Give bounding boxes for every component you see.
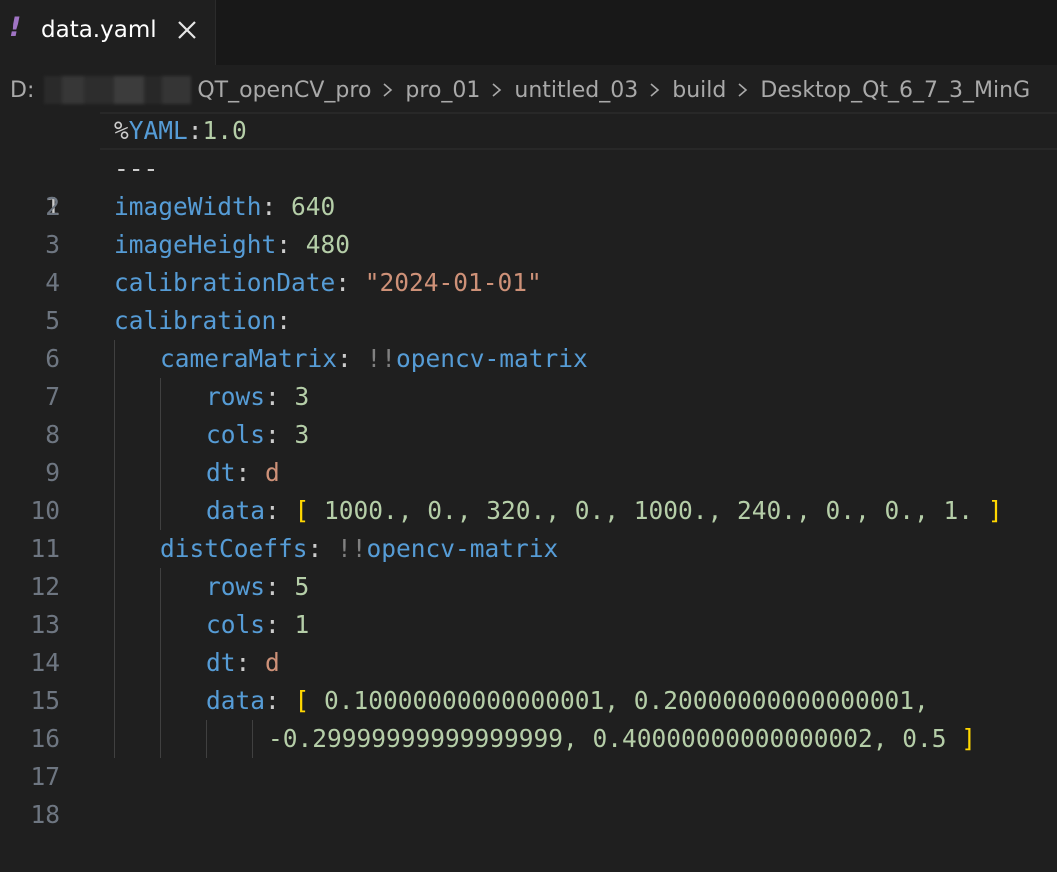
code-line[interactable]: 1 %YAML:1.0: [0, 112, 1057, 221]
yaml-number: 640: [291, 192, 336, 221]
close-bracket: ]: [961, 724, 977, 753]
colon: :: [265, 572, 295, 601]
yaml-key: cameraMatrix: [160, 344, 338, 373]
code-line[interactable]: 7 cameraMatrix: !!opencv-matrix: [0, 340, 1057, 411]
colon: :: [265, 420, 295, 449]
yaml-key: dt: [206, 458, 236, 487]
yaml-key: cols: [206, 610, 266, 639]
redacted-path-segment: [44, 76, 192, 104]
document-start-marker: ---: [114, 154, 159, 183]
colon: :: [337, 344, 367, 373]
colon: :: [276, 230, 306, 259]
yaml-key: data: [206, 496, 266, 525]
colon: :: [265, 382, 295, 411]
code-line[interactable]: 6 calibration:: [0, 302, 1057, 373]
code-line[interactable]: 15 dt: d: [0, 644, 1057, 715]
code-line[interactable]: 11 data: [ 1000., 0., 320., 0., 1000., 2…: [0, 492, 1057, 563]
yaml-key: dt: [206, 648, 236, 677]
yaml-key: distCoeffs: [160, 534, 308, 563]
colon: :: [261, 192, 292, 221]
code-line[interactable]: 3 imageWidth: 640: [0, 188, 1057, 259]
colon: :: [307, 534, 338, 563]
code-line[interactable]: 18: [0, 758, 1057, 829]
colon: :: [235, 648, 266, 677]
breadcrumb-item-desktop-qt[interactable]: Desktop_Qt_6_7_3_MinG: [760, 78, 1030, 103]
tab-data-yaml[interactable]: ! data.yaml: [0, 0, 216, 65]
line-number: 18: [30, 800, 60, 829]
breadcrumb-item-build[interactable]: build: [672, 78, 726, 103]
chevron-right-icon: [648, 83, 662, 97]
yaml-key: imageHeight: [114, 230, 277, 259]
code-line[interactable]: 10 dt: d: [0, 454, 1057, 525]
colon: :: [235, 458, 266, 487]
open-bracket: [: [294, 496, 310, 525]
open-bracket: [: [294, 686, 310, 715]
yaml-tag-marker: !!: [366, 344, 397, 373]
yaml-number: 5: [294, 572, 310, 601]
yaml-array-values: -0.29999999999999999, 0.4000000000000000…: [268, 724, 962, 753]
chevron-right-icon: [490, 83, 504, 97]
colon: :: [187, 116, 203, 145]
yaml-key: cols: [206, 420, 266, 449]
tab-bar: ! data.yaml: [0, 0, 1057, 65]
yaml-tag: opencv-matrix: [366, 534, 559, 563]
code-editor[interactable]: 1 %YAML:1.0 2 --- 3 imageWidth: 640 4 im…: [0, 112, 1057, 829]
yaml-key: rows: [206, 382, 266, 411]
directive-version: 1.0: [202, 116, 247, 145]
yaml-exclamation-icon: !: [9, 12, 22, 43]
yaml-number: 480: [305, 230, 351, 259]
breadcrumb-item-pro-01[interactable]: pro_01: [405, 78, 480, 103]
colon: :: [276, 306, 292, 335]
yaml-tag: opencv-matrix: [396, 344, 588, 373]
code-line[interactable]: 14 cols: 1: [0, 606, 1057, 677]
chevron-right-icon: [736, 83, 750, 97]
breadcrumb-item-untitled-03[interactable]: untitled_03: [514, 78, 638, 103]
yaml-key: calibration: [114, 306, 277, 335]
yaml-key: data: [206, 686, 266, 715]
directive-name: YAML: [128, 116, 188, 145]
yaml-tag-marker: !!: [337, 534, 367, 563]
yaml-string: "2024-01-01": [364, 268, 542, 297]
tab-title: data.yaml: [41, 17, 157, 43]
breadcrumb-drive[interactable]: D:: [10, 78, 34, 103]
yaml-key: imageWidth: [114, 192, 262, 221]
code-line[interactable]: 5 calibrationDate: "2024-01-01": [0, 264, 1057, 335]
code-line[interactable]: 9 cols: 3: [0, 416, 1057, 487]
breadcrumb: D: QT_openCV_pro pro_01 untitled_03 buil…: [0, 66, 1057, 112]
yaml-array-values: 1000., 0., 320., 0., 1000., 240., 0., 0.…: [309, 496, 988, 525]
colon: :: [265, 610, 295, 639]
chevron-right-icon: [381, 83, 395, 97]
close-icon[interactable]: [173, 16, 201, 44]
code-line[interactable]: 13 rows: 5: [0, 568, 1057, 639]
yaml-number: 1: [294, 610, 310, 639]
close-bracket: ]: [987, 496, 1003, 525]
yaml-key: rows: [206, 572, 266, 601]
code-line[interactable]: 16 data: [ 0.10000000000000001, 0.200000…: [0, 682, 1057, 753]
yaml-scalar: d: [265, 458, 280, 487]
colon: :: [335, 268, 365, 297]
colon: :: [265, 496, 295, 525]
code-line[interactable]: 2 ---: [0, 150, 1057, 221]
code-line[interactable]: 8 rows: 3: [0, 378, 1057, 449]
colon: :: [265, 686, 295, 715]
breadcrumb-item-qt-opencv-pro[interactable]: QT_openCV_pro: [197, 78, 371, 103]
yaml-number: 3: [294, 420, 310, 449]
directive-percent: %: [114, 116, 129, 145]
yaml-key: calibrationDate: [114, 268, 336, 297]
code-line[interactable]: 12 distCoeffs: !!opencv-matrix: [0, 530, 1057, 601]
code-line[interactable]: 17 -0.29999999999999999, 0.4000000000000…: [0, 720, 1057, 791]
yaml-scalar: d: [265, 648, 280, 677]
yaml-number: 3: [294, 382, 310, 411]
code-line[interactable]: 4 imageHeight: 480: [0, 226, 1057, 297]
yaml-array-values: 0.10000000000000001, 0.20000000000000001…: [309, 686, 929, 715]
